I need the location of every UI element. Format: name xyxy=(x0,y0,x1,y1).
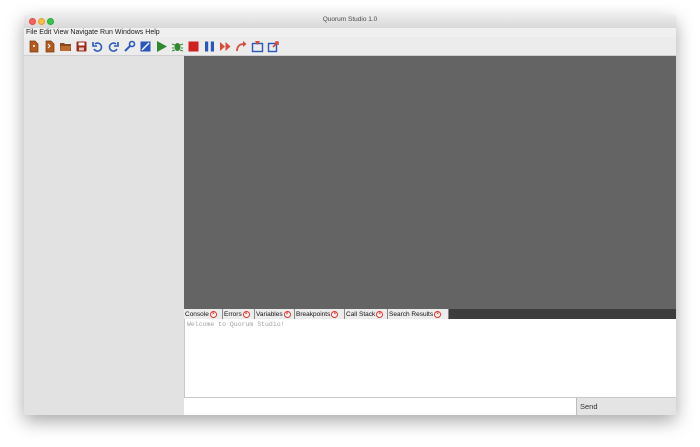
step-out-icon[interactable] xyxy=(267,40,280,53)
menu-view[interactable]: View xyxy=(53,28,68,37)
build-wrench-icon[interactable] xyxy=(123,40,136,53)
bottom-tab-bar: Console × Errors × Variables × Breakpoin… xyxy=(184,309,676,319)
undo-icon[interactable] xyxy=(91,40,104,53)
tab-label: Breakpoints xyxy=(296,310,331,318)
title-bar: Quorum Studio 1.0 xyxy=(24,15,676,29)
tab-call-stack[interactable]: Call Stack × xyxy=(345,309,388,319)
console-output[interactable]: Welcome to Quorum Studio! xyxy=(184,319,676,397)
menu-bar: File Edit View Navigate Run Windows Help xyxy=(24,28,676,37)
close-icon[interactable]: × xyxy=(283,310,291,318)
step-over-icon[interactable] xyxy=(235,40,248,53)
window-title: Quorum Studio 1.0 xyxy=(322,16,378,23)
tab-search-results[interactable]: Search Results × xyxy=(388,309,449,319)
console-input-row: Send xyxy=(184,397,676,415)
tab-label: Call Stack xyxy=(346,310,376,318)
send-button[interactable]: Send xyxy=(576,398,676,415)
continue-icon[interactable] xyxy=(219,40,232,53)
console-welcome-text: Welcome to Quorum Studio! xyxy=(187,321,285,328)
menu-navigate[interactable]: Navigate xyxy=(70,28,98,37)
menu-windows[interactable]: Windows xyxy=(115,28,143,37)
tab-label: Search Results xyxy=(389,310,434,318)
save-icon[interactable] xyxy=(75,40,88,53)
new-file-icon[interactable] xyxy=(27,40,40,53)
tab-label: Console xyxy=(185,310,209,318)
tab-console[interactable]: Console × xyxy=(184,309,223,319)
step-into-icon[interactable] xyxy=(251,40,264,53)
redo-icon[interactable] xyxy=(107,40,120,53)
app-window: Quorum Studio 1.0 File Edit View Navigat… xyxy=(24,15,676,415)
tab-label: Variables xyxy=(256,310,283,318)
menu-help[interactable]: Help xyxy=(145,28,159,37)
close-icon[interactable]: × xyxy=(376,310,384,318)
tab-breakpoints[interactable]: Breakpoints × xyxy=(295,309,345,319)
close-icon[interactable]: × xyxy=(331,310,339,318)
new-project-icon[interactable] xyxy=(43,40,56,53)
editor-area[interactable] xyxy=(184,56,676,309)
close-icon[interactable]: × xyxy=(209,310,217,318)
menu-edit[interactable]: Edit xyxy=(39,28,51,37)
tab-errors[interactable]: Errors × xyxy=(223,309,255,319)
debug-bug-icon[interactable] xyxy=(171,40,184,53)
toolbar xyxy=(24,37,676,56)
menu-run[interactable]: Run xyxy=(100,28,113,37)
project-sidebar[interactable] xyxy=(24,56,185,415)
run-play-icon[interactable] xyxy=(155,40,168,53)
console-input[interactable] xyxy=(184,398,576,415)
stop-icon[interactable] xyxy=(187,40,200,53)
menu-file[interactable]: File xyxy=(26,28,37,37)
close-icon[interactable]: × xyxy=(434,310,442,318)
tab-variables[interactable]: Variables × xyxy=(255,309,295,319)
clean-build-icon[interactable] xyxy=(139,40,152,53)
close-icon[interactable]: × xyxy=(242,310,250,318)
tab-label: Errors xyxy=(224,310,242,318)
pause-icon[interactable] xyxy=(203,40,216,53)
open-folder-icon[interactable] xyxy=(59,40,72,53)
